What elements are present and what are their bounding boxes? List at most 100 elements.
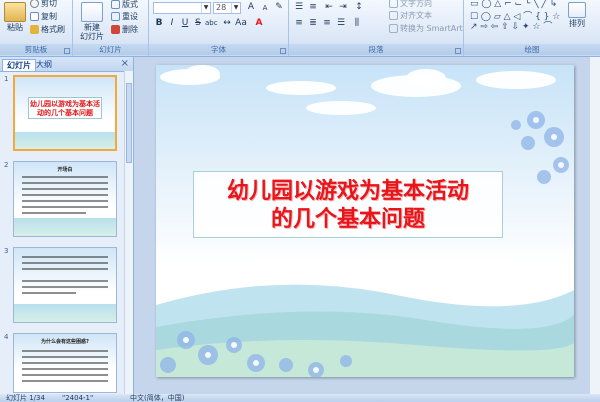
copy-label: 复制 xyxy=(41,12,57,21)
thumb-text-line xyxy=(22,194,108,196)
slide-title-line-2: 的几个基本问题 xyxy=(270,207,425,232)
slides-group-label: 幻灯片 xyxy=(73,44,148,55)
scissors-icon xyxy=(30,0,39,8)
paragraph-launcher[interactable] xyxy=(455,48,461,54)
new-slide-button[interactable]: 新建 幻灯片 xyxy=(77,2,107,41)
align-left-icon[interactable]: ≡ xyxy=(293,18,305,29)
thumb-text-line xyxy=(22,280,108,282)
thumb-text-line xyxy=(22,380,108,382)
thumb-hill xyxy=(14,304,116,322)
text-direction-label: 文字方向 xyxy=(400,0,432,8)
copy-button[interactable]: 复制 xyxy=(30,11,57,22)
thumb-text-line xyxy=(22,368,108,370)
thumb-text-line xyxy=(22,182,108,184)
paragraph-group: ☰ ≡ ⇤ ⇥ ↕ 文字方向 对齐文本 转换为 SmartArt ≡ ≣ ≡ ☰… xyxy=(289,0,464,56)
reset-button[interactable]: 重设 xyxy=(111,11,138,22)
shapes-gallery[interactable]: ▭ ◯ △ ⌐ ⌙ └ ╲ ╱ ↳ xyxy=(470,0,557,9)
language-indicator[interactable]: 中文(简体，中国) xyxy=(130,394,184,402)
thumb-text-line xyxy=(22,176,108,178)
align-text-label: 对齐文本 xyxy=(400,11,432,20)
slide-thumbnail-2[interactable]: 开场白 xyxy=(13,161,117,237)
theme-name: "2404-1" xyxy=(62,394,94,402)
line-spacing-icon[interactable]: ↕ xyxy=(353,2,365,13)
slide-thumbnail-4[interactable]: 为什么会有这些困惑? xyxy=(13,333,117,393)
format-painter-button[interactable]: 格式刷 xyxy=(30,24,65,35)
copy-icon xyxy=(30,12,39,21)
paste-icon xyxy=(4,2,26,22)
numbering-icon[interactable]: ≡ xyxy=(307,2,319,13)
bullets-icon[interactable]: ☰ xyxy=(293,2,305,13)
new-slide-icon xyxy=(81,2,103,22)
thumb-text-line xyxy=(22,286,108,288)
delete-slide-button[interactable]: 删除 xyxy=(111,24,138,35)
thumb-heading: 开场白 xyxy=(57,167,73,173)
slide-title[interactable]: 幼儿园以游戏为基本活动 的几个基本问题 xyxy=(194,178,502,234)
slides-group: 新建 幻灯片 版式 重设 删除 幻灯片 xyxy=(73,0,149,56)
grow-font-icon[interactable]: A xyxy=(245,2,257,13)
text-direction-button[interactable]: 文字方向 xyxy=(389,0,432,9)
slide-number: 2 xyxy=(4,161,9,169)
smartart-button[interactable]: 转换为 SmartArt xyxy=(389,23,463,34)
decrease-indent-icon[interactable]: ⇤ xyxy=(323,2,335,13)
chevron-down-icon[interactable]: ▼ xyxy=(201,3,210,13)
slide-thumb-row-4[interactable]: 4 为什么会有这些困惑? xyxy=(0,333,125,393)
slide-thumbnail-3[interactable] xyxy=(13,247,117,323)
slide-thumbnail-1[interactable]: 幼儿园以游戏为基本活动的几个基本问题 xyxy=(13,75,117,151)
slide-thumb-row-2[interactable]: 2 开场白 xyxy=(0,161,125,241)
shapes-gallery-row3[interactable]: ↗ ⇨ ⇦ ⇧ ⇩ ✦ ☆ ⌒ xyxy=(470,19,552,32)
shadow-icon[interactable]: abc xyxy=(205,18,218,29)
align-right-icon[interactable]: ≡ xyxy=(321,18,333,29)
slide-title-placeholder[interactable]: 幼儿园以游戏为基本活动 的几个基本问题 xyxy=(193,171,503,238)
font-name-combo[interactable]: ▼ xyxy=(153,2,211,14)
smartart-label: 转换为 SmartArt xyxy=(400,24,463,33)
pane-scroll-thumb[interactable] xyxy=(126,83,132,163)
layout-icon xyxy=(111,0,120,9)
strikethrough-icon[interactable]: S xyxy=(192,18,204,29)
align-center-icon[interactable]: ≣ xyxy=(307,18,319,29)
slides-pane: 幻灯片 大纲 × 1 幼儿园以游戏为基本活动的几个基本问题 2 开场白 3 4 … xyxy=(0,57,134,394)
brush-icon xyxy=(30,25,39,34)
workarea-scrollbar[interactable] xyxy=(589,57,600,394)
tab-outline[interactable]: 大纲 xyxy=(32,59,56,71)
increase-indent-icon[interactable]: ⇥ xyxy=(337,2,349,13)
shrink-font-icon[interactable]: A xyxy=(259,3,271,14)
align-text-button[interactable]: 对齐文本 xyxy=(389,10,432,21)
thumb-text-line xyxy=(22,188,108,190)
slide-canvas[interactable]: 幼儿园以游戏为基本活动 的几个基本问题 xyxy=(156,65,574,377)
thumb-text-line xyxy=(22,374,108,376)
arrange-button[interactable]: 排列 xyxy=(564,2,590,28)
slide-number: 1 xyxy=(4,75,9,83)
slide-thumb-row-1[interactable]: 1 幼儿园以游戏为基本活动的几个基本问题 xyxy=(0,75,125,155)
thumb-text-line xyxy=(22,292,76,294)
font-size-combo[interactable]: 28 ▼ xyxy=(213,2,241,14)
thumb-text-line xyxy=(22,268,108,270)
thumb-text-line xyxy=(22,212,86,214)
pane-tabs: 幻灯片 大纲 × xyxy=(0,57,133,72)
paste-button[interactable]: 粘贴 xyxy=(3,2,27,32)
thumb-text-line xyxy=(22,200,108,202)
clipboard-launcher[interactable] xyxy=(64,48,70,54)
justify-icon[interactable]: ☰ xyxy=(335,18,347,29)
reset-icon xyxy=(111,12,120,21)
pane-scrollbar[interactable] xyxy=(124,71,133,394)
columns-icon[interactable]: ⫼ xyxy=(351,18,363,29)
cut-button[interactable]: 剪切 xyxy=(30,0,57,9)
cut-label: 剪切 xyxy=(41,0,57,8)
font-color-icon[interactable]: A xyxy=(253,18,265,29)
chevron-down-icon[interactable]: ▼ xyxy=(231,3,240,13)
italic-icon[interactable]: I xyxy=(166,18,178,29)
new-slide-label-2: 幻灯片 xyxy=(80,32,104,41)
clear-format-icon[interactable]: ✎ xyxy=(273,2,285,13)
slide-counter: 幻灯片 1/34 xyxy=(6,394,45,402)
bold-icon[interactable]: B xyxy=(153,18,165,29)
font-launcher[interactable] xyxy=(280,48,286,54)
char-spacing-icon[interactable]: ↔ xyxy=(221,18,233,29)
tab-slides[interactable]: 幻灯片 xyxy=(2,59,36,71)
drawing-group: ▭ ◯ △ ⌐ ⌙ └ ╲ ╱ ↳ ☐ ◯ ▱ △ ◁ ⌒ { } ☆ ↗ ⇨ … xyxy=(464,0,600,56)
layout-label: 版式 xyxy=(122,0,138,9)
underline-icon[interactable]: U xyxy=(179,18,191,29)
layout-button[interactable]: 版式 xyxy=(111,0,138,10)
change-case-icon[interactable]: Aa xyxy=(235,18,247,29)
slide-thumb-row-3[interactable]: 3 xyxy=(0,247,125,327)
close-icon[interactable]: × xyxy=(121,58,129,69)
